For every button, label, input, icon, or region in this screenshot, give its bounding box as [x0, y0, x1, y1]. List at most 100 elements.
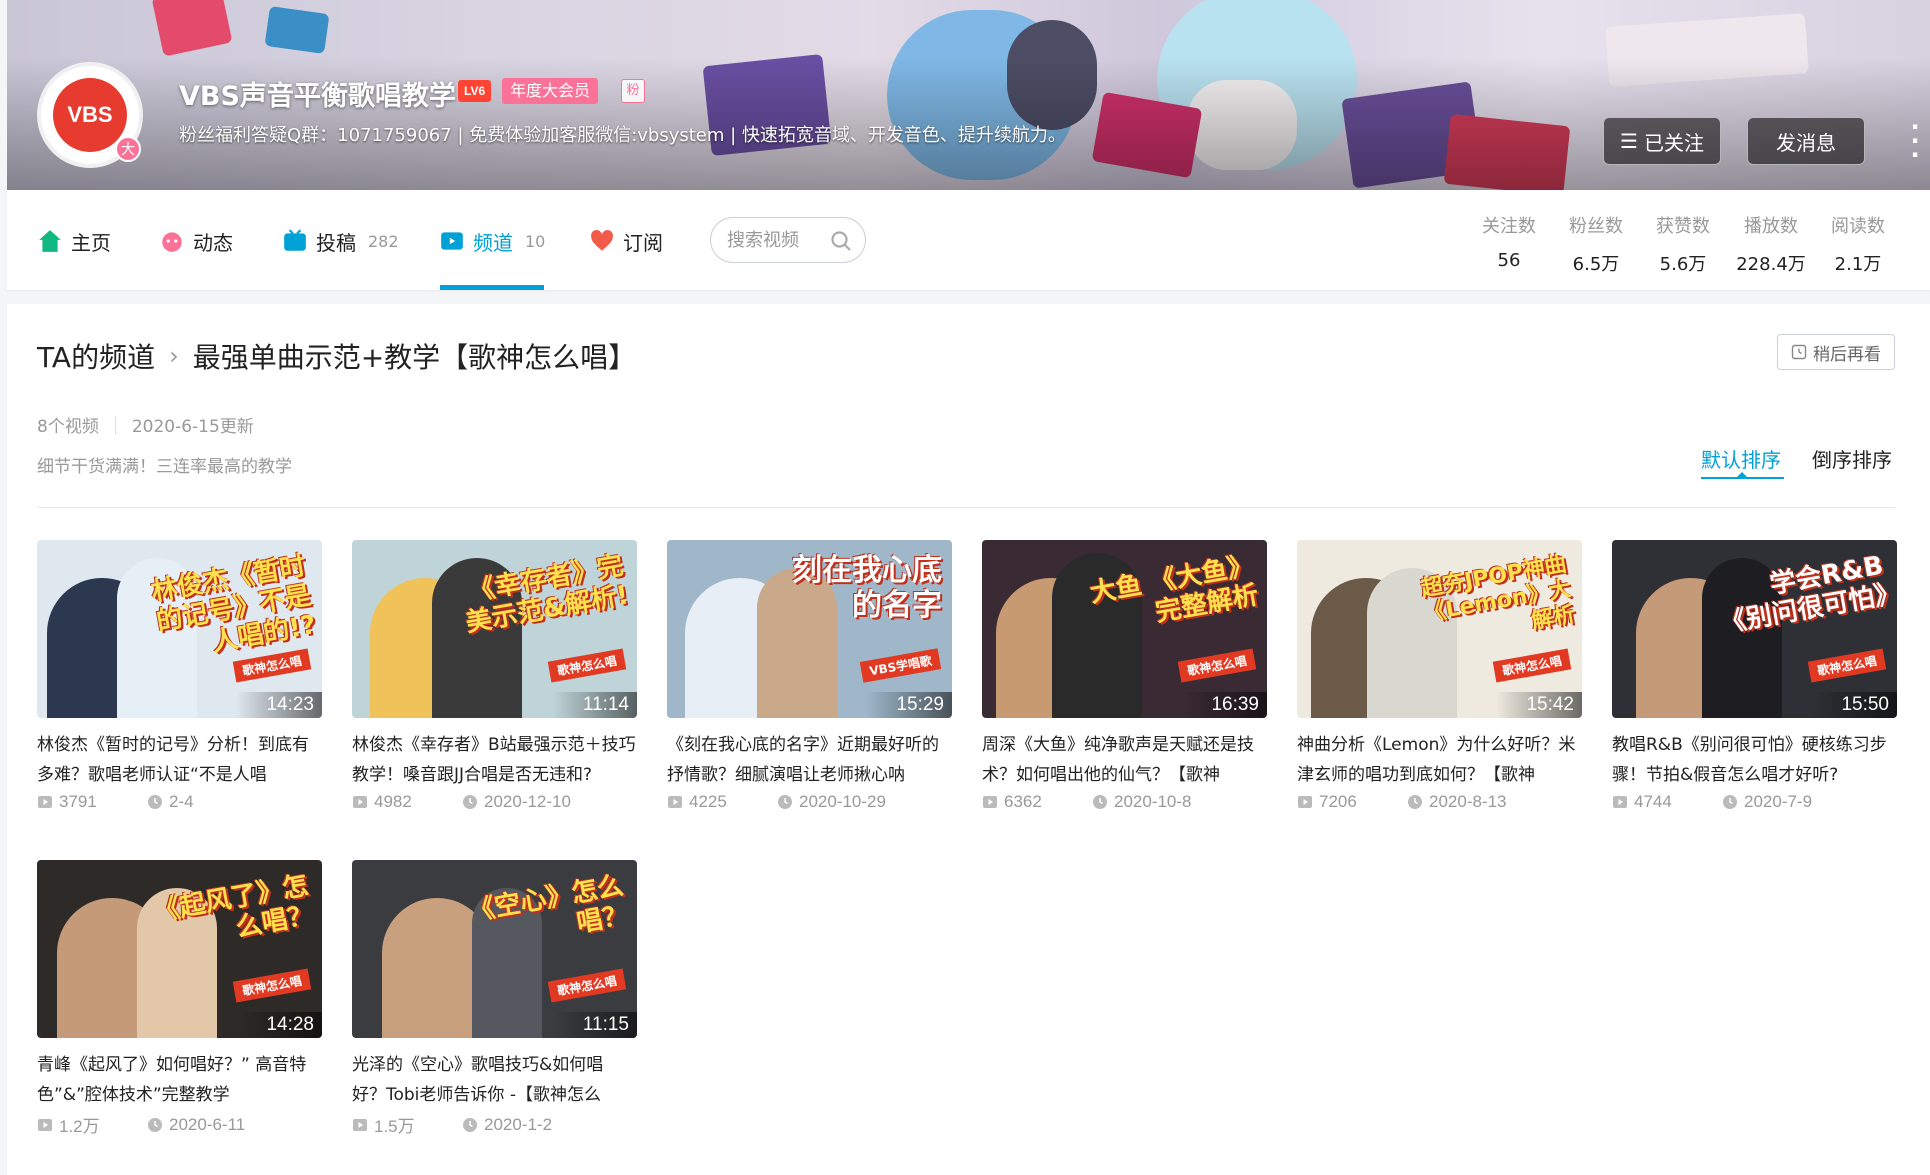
sort-default[interactable]: 默认排序 [1701, 444, 1781, 473]
channel-icon [441, 232, 463, 250]
play-icon [1298, 796, 1312, 808]
video-count: 8个视频 [37, 417, 99, 437]
video-card[interactable]: 《空心》怎么唱？ 歌神怎么唱 11:15 光泽的《空心》歌唱技巧&如何唱好？To… [352, 860, 637, 1137]
sort-active-indicator [1701, 477, 1784, 479]
search-icon[interactable] [829, 229, 853, 253]
followed-label: 已关注 [1643, 130, 1704, 155]
breadcrumb-root[interactable]: TA的频道 [37, 336, 155, 376]
video-thumbnail[interactable]: 《幸存者》完美示范&解析! 歌神怎么唱 11:14 [352, 540, 637, 718]
tab-channel[interactable]: 频道 10 [439, 224, 545, 258]
video-title[interactable]: 教唱R&B《别问很可怕》硬核练习步骤！节拍&假音怎么唱才好听? [1612, 730, 1897, 790]
publish-date-value: 2020-8-13 [1429, 792, 1507, 811]
stat-value: 6.5万 [1572, 254, 1620, 275]
divider [37, 507, 1895, 508]
play-count: 4982 [352, 792, 462, 812]
breadcrumb: TA的频道 › 最强单曲示范+教学【歌神怎么唱】 [37, 336, 636, 376]
tab-uploads[interactable]: 投稿 282 [282, 224, 399, 258]
home-icon [39, 230, 61, 252]
publish-date: 2020-10-29 [777, 792, 886, 812]
play-icon [983, 796, 997, 808]
play-icon [353, 1118, 367, 1131]
avatar-logo: VBS [53, 78, 127, 152]
video-card[interactable]: 超夯JPOP神曲 《Lemon》大解析 歌神怎么唱 15:42 神曲分析《Lem… [1297, 540, 1582, 812]
thumbnail-tag: 歌神怎么唱 [1177, 648, 1257, 683]
tab-channel-label: 频道 [473, 230, 513, 255]
channel-meta: 8个视频 2020-6-15更新 [37, 412, 254, 437]
clock-icon [1093, 795, 1107, 809]
video-card[interactable]: 《起风了》怎么唱？ 歌神怎么唱 14:28 青峰《起风了》如何唱好？” 高音特色… [37, 860, 322, 1137]
video-search [710, 217, 866, 263]
tab-dynamic-label: 动态 [193, 230, 233, 255]
video-card[interactable]: 刻在我心底的名字 VBS学唱歌 15:29 《刻在我心底的名字》近期最好听的抒情… [667, 540, 952, 812]
play-count: 4225 [667, 792, 777, 812]
thumbnail-tag: 歌神怎么唱 [547, 648, 627, 683]
clock-icon [463, 1117, 477, 1132]
thumbnail-tag: 歌神怎么唱 [547, 968, 627, 1003]
send-message-button[interactable]: 发消息 [1747, 117, 1865, 165]
stat-following[interactable]: 关注数 56 [1469, 212, 1549, 271]
publish-date: 2020-10-8 [1092, 792, 1192, 812]
video-thumbnail[interactable]: 学会R&B 《别问很可怕》 歌神怎么唱 15:50 [1612, 540, 1897, 718]
video-title[interactable]: 周深《大鱼》纯净歌声是天赋还是技术？如何唱出他的仙气？【歌神 [982, 730, 1267, 790]
fans-medal[interactable]: 粉 [621, 79, 645, 103]
play-count: 1.5万 [352, 1112, 462, 1137]
tab-home[interactable]: 主页 [37, 224, 111, 258]
video-thumbnail[interactable]: 林俊杰《暂时的记号》不是人唱的!? 歌神怎么唱 14:23 [37, 540, 322, 718]
username[interactable]: VBS声音平衡歌唱教学 [179, 74, 456, 113]
video-card[interactable]: 林俊杰《暂时的记号》不是人唱的!? 歌神怎么唱 14:23 林俊杰《暂时的记号》… [37, 540, 322, 812]
play-count-value: 1.2万 [59, 1117, 100, 1136]
video-thumbnail[interactable]: 大鱼 《大鱼》完整解析 歌神怎么唱 16:39 [982, 540, 1267, 718]
video-thumbnail[interactable]: 《空心》怎么唱？ 歌神怎么唱 11:15 [352, 860, 637, 1038]
more-options-icon[interactable]: · · · [1905, 115, 1925, 167]
stat-fans[interactable]: 粉丝数 6.5万 [1556, 212, 1636, 276]
video-thumbnail[interactable]: 超夯JPOP神曲 《Lemon》大解析 歌神怎么唱 15:42 [1297, 540, 1582, 718]
play-count: 3791 [37, 792, 147, 812]
video-card[interactable]: 大鱼 《大鱼》完整解析 歌神怎么唱 16:39 周深《大鱼》纯净歌声是天赋还是技… [982, 540, 1267, 812]
divider [114, 415, 116, 434]
play-count: 4744 [1612, 792, 1722, 812]
stat-likes: 获赞数 5.6万 [1643, 212, 1723, 276]
video-card[interactable]: 《幸存者》完美示范&解析! 歌神怎么唱 11:14 林俊杰《幸存者》B站最强示范… [352, 540, 637, 812]
profile-nav: 主页 动态 投稿 282 频道 10 订阅 关注数 56 粉丝数 6.5万 获赞… [7, 190, 1930, 290]
avatar[interactable]: VBS 大 [37, 62, 143, 168]
tv-icon [284, 229, 306, 251]
search-input[interactable] [727, 229, 823, 251]
thumbnail-tag: VBS学唱歌 [859, 648, 942, 683]
publish-date-value: 2020-1-2 [484, 1114, 553, 1134]
video-title[interactable]: 《刻在我心底的名字》近期最好听的抒情歌？细腻演唱让老师揪心呐 [667, 730, 952, 790]
publish-date: 2020-8-13 [1407, 792, 1507, 812]
heart-icon [591, 230, 613, 251]
publish-date: 2020-6-11 [147, 1115, 245, 1135]
publish-date-value: 2020-7-9 [1744, 792, 1813, 811]
stat-value: 5.6万 [1659, 254, 1707, 275]
video-title[interactable]: 神曲分析《Lemon》为什么好听？米津玄师的唱功到底如何？【歌神 [1297, 730, 1582, 790]
video-thumbnail[interactable]: 刻在我心底的名字 VBS学唱歌 15:29 [667, 540, 952, 718]
vip-badge[interactable]: 年度大会员 [502, 78, 599, 104]
stat-label: 关注数 [1482, 216, 1536, 237]
tab-subscribe[interactable]: 订阅 [589, 224, 663, 258]
video-title[interactable]: 青峰《起风了》如何唱好？” 高音特色”&”腔体技术”完整教学 [37, 1050, 322, 1110]
clock-icon [1791, 344, 1807, 360]
video-meta: 6362 2020-10-8 [982, 792, 1267, 812]
video-card[interactable]: 学会R&B 《别问很可怕》 歌神怎么唱 15:50 教唱R&B《别问很可怕》硬核… [1612, 540, 1897, 812]
watch-later-button[interactable]: 稍后再看 [1777, 334, 1895, 370]
clock-icon [1408, 795, 1422, 809]
play-count-value: 7206 [1319, 792, 1357, 811]
video-title[interactable]: 光泽的《空心》歌唱技巧&如何唱好？Tobi老师告诉你 -【歌神怎么 [352, 1050, 637, 1110]
chevron-right-icon: › [169, 342, 179, 370]
stat-reads: 阅读数 2.1万 [1818, 212, 1898, 276]
thumbnail-title: 《空心》怎么唱？ [466, 870, 631, 939]
clock-icon [463, 795, 477, 809]
watch-later-label: 稍后再看 [1813, 344, 1881, 365]
followed-button[interactable]: ☰ 已关注 [1603, 117, 1721, 165]
video-title[interactable]: 林俊杰《幸存者》B站最强示范＋技巧教学！嗓音跟JJ合唱是否无违和? [352, 730, 637, 790]
video-thumbnail[interactable]: 《起风了》怎么唱？ 歌神怎么唱 14:28 [37, 860, 322, 1038]
video-duration: 11:15 [552, 1012, 637, 1038]
channel-title: 最强单曲示范+教学【歌神怎么唱】 [192, 341, 637, 374]
channel-panel: TA的频道 › 最强单曲示范+教学【歌神怎么唱】 稍后再看 8个视频 2020-… [7, 304, 1930, 1175]
channel-count: 10 [525, 231, 546, 251]
tab-dynamic[interactable]: 动态 [159, 224, 233, 258]
clock-icon [148, 795, 162, 809]
video-title[interactable]: 林俊杰《暂时的记号》分析！到底有多难？歌唱老师认证“不是人唱 [37, 730, 322, 790]
sort-reverse[interactable]: 倒序排序 [1812, 444, 1892, 473]
